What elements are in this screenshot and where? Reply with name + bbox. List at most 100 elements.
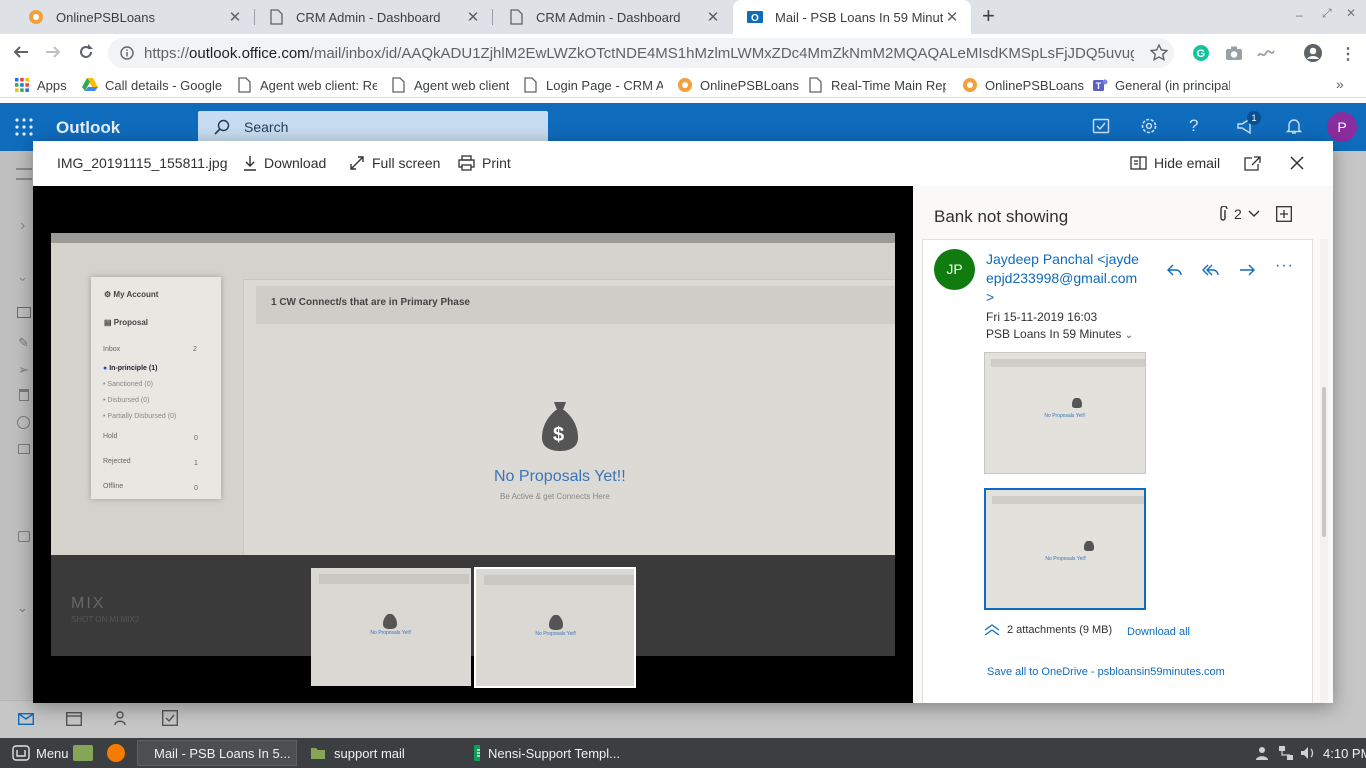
grammarly-icon[interactable]: G <box>1192 44 1210 62</box>
attachments-summary[interactable]: 2 attachments (9 MB) <box>984 624 1112 636</box>
expand-conversation-icon[interactable] <box>1276 206 1292 222</box>
close-tab-icon[interactable]: ✕ <box>226 8 244 26</box>
hide-email-button[interactable]: Hide email <box>1130 153 1220 173</box>
volume-tray-icon[interactable] <box>1300 745 1316 761</box>
bookmark-item[interactable]: OnlinePSBLoans <box>962 76 1084 94</box>
bookmark-label: Apps <box>37 77 67 93</box>
minimize-icon[interactable]: – <box>1296 8 1303 22</box>
bookmark-item[interactable]: Agent web client <box>391 76 509 94</box>
back-arrow-icon[interactable] <box>12 43 30 61</box>
attachment-photo: ⚙ My Account ▤ Proposal Inbox 2 ● In-pri… <box>51 233 895 556</box>
scrollbar-thumb[interactable] <box>1322 387 1326 537</box>
browser-tab[interactable]: CRM Admin - Dashboard ✕ <box>254 0 492 34</box>
close-tab-icon[interactable]: ✕ <box>943 8 961 26</box>
chevron-down-icon[interactable]: ⌄ <box>17 269 28 285</box>
browser-tab[interactable]: CRM Admin - Dashboard ✕ <box>494 0 732 34</box>
bell-icon[interactable] <box>1285 117 1303 135</box>
download-button[interactable]: Download <box>243 153 326 173</box>
app-launcher-icon[interactable] <box>15 118 33 136</box>
new-tab-icon[interactable]: + <box>982 5 1002 27</box>
page-icon <box>268 9 284 25</box>
forward-icon[interactable] <box>1239 263 1255 277</box>
apps-grid-icon <box>15 78 29 92</box>
full-screen-label: Full screen <box>372 155 441 171</box>
taskbar-window-folder[interactable]: support mail <box>302 740 462 766</box>
notes-icon[interactable] <box>18 531 30 542</box>
attachment-thumbnail-selected[interactable]: No Proposals Yet!! <box>984 488 1146 610</box>
pop-out-icon[interactable] <box>1244 153 1261 173</box>
download-all-link[interactable]: Download all <box>1127 626 1190 638</box>
clock: 4:10 PM <box>1323 746 1366 761</box>
network-tray-icon[interactable] <box>1278 745 1294 761</box>
close-window-icon[interactable]: ✕ <box>1346 6 1356 20</box>
people-icon[interactable] <box>114 710 130 726</box>
photo-row-count: 2 <box>193 346 197 353</box>
attachment-thumbnail[interactable]: No Proposals Yet!! <box>984 352 1146 474</box>
tab-title: OnlinePSBLoans <box>56 9 156 25</box>
close-viewer-icon[interactable] <box>1290 153 1304 173</box>
onlinepsbloans-favicon-icon <box>28 9 44 25</box>
files-launcher-icon[interactable] <box>73 745 93 761</box>
profile-icon[interactable] <box>1303 43 1323 63</box>
deleted-trash-icon[interactable] <box>19 389 29 401</box>
taskbar-window-chrome[interactable]: Mail - PSB Loans In 5... <box>137 740 297 766</box>
sender-name[interactable]: Jaydeep Panchal <jayde epjd233998@gmail.… <box>986 250 1151 307</box>
junk-icon[interactable] <box>17 416 30 429</box>
thumbnail-image-selected[interactable]: No Proposals Yet!! <box>474 567 636 688</box>
bookmark-item[interactable]: T General (in principal <box>1092 76 1230 94</box>
bookmark-star-icon[interactable] <box>1150 44 1168 62</box>
save-to-onedrive-link[interactable]: Save all to OneDrive - psbloansin59minut… <box>987 666 1225 678</box>
more-bookmarks-icon[interactable]: » <box>1336 76 1344 92</box>
chevron-right-icon[interactable]: › <box>20 217 25 235</box>
bookmark-item[interactable]: OnlinePSBLoans <box>677 76 799 94</box>
page-icon <box>508 9 524 25</box>
print-button[interactable]: Print <box>458 153 511 173</box>
archive-icon[interactable] <box>18 444 30 454</box>
sent-icon[interactable]: ➢ <box>18 362 29 378</box>
browser-tab[interactable]: OnlinePSBLoans ✕ <box>14 0 254 34</box>
reply-icon[interactable] <box>1167 263 1183 277</box>
calendar-icon[interactable] <box>66 711 82 726</box>
photo-empty-subtitle: Be Active & get Connects Here <box>500 492 610 501</box>
chrome-menu-icon[interactable]: ⋮ <box>1340 44 1356 64</box>
taskbar-window-sheets[interactable]: Nensi-Support Templ... <box>466 740 628 766</box>
bookmark-item[interactable]: Login Page - CRM Ac <box>523 76 663 94</box>
info-icon[interactable] <box>120 46 134 60</box>
chevron-down-icon[interactable]: ⌄ <box>17 600 28 616</box>
outlook-search-box[interactable]: Search <box>198 111 548 143</box>
browser-tab-active[interactable]: O Mail - PSB Loans In 59 Minutes ✕ <box>733 0 971 34</box>
settings-gear-icon[interactable] <box>1140 117 1158 135</box>
maximize-icon[interactable]: ⤢ <box>1322 6 1332 21</box>
mail-icon[interactable] <box>18 713 34 725</box>
forward-arrow-icon[interactable] <box>44 43 62 61</box>
firefox-launcher-icon[interactable] <box>107 744 125 762</box>
users-tray-icon[interactable] <box>1255 745 1269 761</box>
close-tab-icon[interactable]: ✕ <box>464 8 482 26</box>
bookmark-item[interactable]: Real-Time Main Rep <box>808 76 946 94</box>
close-tab-icon[interactable]: ✕ <box>704 8 722 26</box>
help-icon[interactable]: ? <box>1189 116 1198 136</box>
attachment-count-dropdown[interactable]: 2 <box>1218 206 1260 222</box>
hamburger-menu-icon[interactable] <box>16 168 32 180</box>
bookmark-item[interactable]: Call details - Google <box>82 76 222 94</box>
reply-all-icon[interactable] <box>1202 263 1220 277</box>
tasks-icon[interactable] <box>162 710 178 726</box>
extension-icon[interactable] <box>1256 46 1276 60</box>
bookmark-apps[interactable]: Apps <box>14 76 67 94</box>
camera-icon[interactable] <box>1225 45 1243 61</box>
inbox-icon[interactable] <box>17 307 31 318</box>
bookmark-item[interactable]: Agent web client: Re <box>237 76 377 94</box>
address-bar[interactable]: https://outlook.office.com/mail/inbox/id… <box>108 38 1174 68</box>
sender-avatar[interactable]: JP <box>934 249 975 290</box>
reload-icon[interactable] <box>77 43 95 61</box>
start-menu-button[interactable]: Menu <box>4 740 77 766</box>
my-day-icon[interactable] <box>1092 117 1110 135</box>
drafts-pencil-icon[interactable]: ✎ <box>18 335 29 351</box>
more-actions-icon[interactable]: ··· <box>1275 257 1294 275</box>
full-screen-button[interactable]: Full screen <box>349 153 440 173</box>
thumbnail-image[interactable]: No Proposals Yet!! <box>311 568 471 686</box>
paperclip-icon <box>1220 206 1228 221</box>
email-recipient[interactable]: PSB Loans In 59 Minutes ⌄ <box>986 327 1133 341</box>
scrollbar-track[interactable] <box>1320 239 1328 703</box>
user-avatar[interactable]: P <box>1327 112 1357 142</box>
